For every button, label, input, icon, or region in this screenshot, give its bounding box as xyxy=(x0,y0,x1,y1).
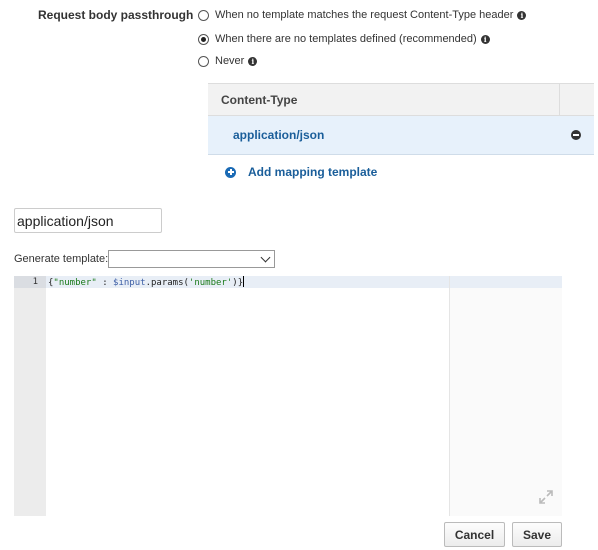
add-circle-icon[interactable] xyxy=(225,166,236,178)
radio-no-match[interactable] xyxy=(198,9,209,21)
passthrough-option-no-match[interactable]: When no template matches the request Con… xyxy=(198,7,527,23)
passthrough-option-no-templates[interactable]: When there are no templates defined (rec… xyxy=(198,31,490,47)
content-type-header-label: Content-Type xyxy=(221,92,298,107)
generate-template-label: Generate template: xyxy=(14,253,109,265)
line-number: 1 xyxy=(32,277,38,287)
code-var: $input xyxy=(113,278,146,288)
print-margin xyxy=(449,276,450,516)
radio-label-no-match: When no template matches the request Con… xyxy=(215,9,514,21)
text-cursor xyxy=(243,276,245,287)
code-sep: : xyxy=(96,278,114,288)
content-type-input[interactable] xyxy=(14,208,162,233)
info-icon[interactable]: i xyxy=(248,56,258,66)
passthrough-label: Request body passthrough xyxy=(38,8,194,22)
code-line[interactable]: {"number" : $input.params('number')} xyxy=(48,276,245,289)
save-button[interactable]: Save xyxy=(512,522,562,547)
info-icon[interactable]: i xyxy=(480,34,490,44)
code-method: .params( xyxy=(145,278,189,288)
code-close: )} xyxy=(232,278,244,288)
code-arg: 'number' xyxy=(188,278,233,288)
content-type-header: Content-Type xyxy=(208,84,594,116)
remove-circle-icon[interactable] xyxy=(571,130,581,140)
template-editor[interactable]: 1 {"number" : $input.params('number')} xyxy=(14,276,562,516)
add-mapping-template-link[interactable]: Add mapping template xyxy=(225,165,377,179)
radio-label-no-templates: When there are no templates defined (rec… xyxy=(215,33,477,45)
cancel-button[interactable]: Cancel xyxy=(444,522,505,547)
info-icon[interactable]: i xyxy=(517,10,527,20)
content-type-table: Content-Type application/json xyxy=(208,83,594,155)
radio-label-never: Never xyxy=(215,55,245,67)
content-type-row[interactable]: application/json xyxy=(208,116,594,155)
chevron-down-icon[interactable] xyxy=(260,252,271,263)
editor-gutter xyxy=(14,276,46,516)
generate-template-select[interactable] xyxy=(108,250,275,268)
passthrough-option-never[interactable]: Never i xyxy=(198,53,258,69)
header-divider xyxy=(559,84,560,115)
add-mapping-template-label[interactable]: Add mapping template xyxy=(248,165,377,179)
radio-never[interactable] xyxy=(198,55,209,67)
content-type-row-label[interactable]: application/json xyxy=(233,128,324,142)
expand-icon[interactable] xyxy=(539,490,553,504)
print-margin-area xyxy=(450,288,562,516)
radio-no-templates[interactable] xyxy=(198,33,209,45)
code-key: "number" xyxy=(53,278,97,288)
